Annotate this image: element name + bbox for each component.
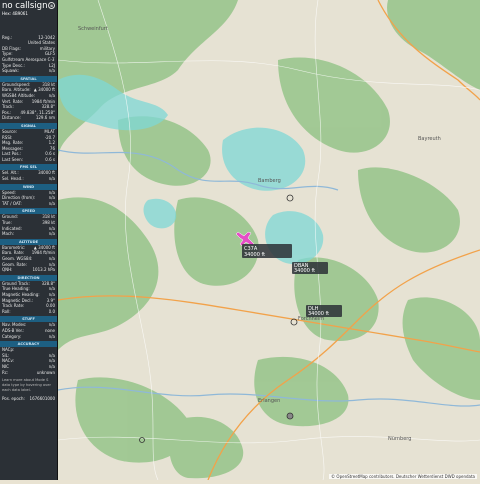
info-row: QNH: 1013.2 hPa — [0, 267, 57, 273]
info-row: Category: n/a — [0, 334, 57, 340]
info-row: Sel. Head.: n/a — [0, 176, 57, 182]
info-row-label: Sel. Head.: — [2, 176, 24, 182]
info-row: Roll: 0.0 — [0, 309, 57, 315]
info-row-value: n/a — [48, 231, 55, 237]
info-row-value: n/a — [48, 68, 55, 74]
pos-epoch-value: 1676601000 — [29, 396, 55, 402]
hex-value: 4B9061 — [12, 11, 28, 16]
info-rows: Reg.: 12-1042 United States DB Flags: milita… — [0, 35, 57, 74]
info-row: Last Seen: 0.6 s — [0, 157, 57, 163]
place-bamberg: Bamberg — [258, 178, 281, 184]
info-sections: SPATIAL Groundspeed: 318 kt Baro. Altitude:… — [0, 75, 57, 375]
place-bayreuth: Bayreuth — [418, 136, 441, 142]
aircraft-label-line2: 34000 ft — [244, 252, 265, 258]
aircraft-marker-3[interactable]: DBAN 34000 ft — [292, 262, 328, 274]
aircraft-info-panel: no callsign ⊗ Hex: 4B9061 Reg.: 12-1042 Un… — [0, 0, 58, 480]
place-erlangen: Erlangen — [258, 398, 280, 404]
info-row-value: n/a — [48, 200, 55, 206]
info-row-label: Rc: — [2, 369, 9, 375]
info-row-label: Category: — [2, 333, 22, 339]
pos-epoch-row: Pos. epoch: 1676601000 — [0, 396, 57, 402]
aircraft-marker-5[interactable] — [286, 412, 294, 420]
map-attribution: © OpenStreetMap contributors. Deutscher … — [329, 474, 477, 479]
aircraft-icon[interactable] — [286, 412, 294, 420]
info-row-label: Mach: — [2, 231, 14, 237]
info-row-value: unknown — [36, 369, 55, 375]
info-row-label: Distance: — [2, 115, 21, 121]
map-view[interactable]: Bamberg Forchheim Erlangen Nürnberg Schw… — [57, 0, 480, 481]
info-row-label: Last Seen: — [2, 156, 23, 162]
info-note: Learn more about Mode S data type by hov… — [2, 378, 51, 393]
info-row-label: Reg.: — [2, 34, 13, 40]
info-row-label: TAT / OAT: — [2, 200, 22, 206]
pos-epoch-label: Pos. epoch: — [2, 396, 25, 402]
place-schweinfurt: Schweinfurt — [78, 26, 108, 32]
info-row: Squawk: n/a — [0, 68, 57, 74]
info-row-value: n/a — [48, 176, 55, 182]
place-nuernberg: Nürnberg — [388, 436, 411, 442]
aircraft-label-line2: 34000 ft — [294, 268, 315, 274]
info-row-label: QNH: — [2, 267, 13, 273]
map-canvas[interactable]: Bamberg Forchheim Erlangen Nürnberg Schw… — [57, 0, 480, 481]
info-row-value: 0.6 s — [45, 156, 55, 162]
info-row: Distance: 129.6 nm — [0, 115, 57, 121]
hex-label: Hex: — [2, 11, 12, 16]
info-row: Mach: n/a — [0, 231, 57, 237]
close-icon[interactable]: ⊗ — [48, 2, 55, 9]
info-row-label: Roll: — [2, 308, 11, 314]
info-row: TAT / OAT: n/a — [0, 201, 57, 207]
info-row-value: 0.0 — [48, 308, 55, 314]
info-row-label: Squawk: — [2, 68, 19, 74]
aircraft-label-line2: 34000 ft — [308, 311, 329, 317]
info-row-value: 129.6 nm — [35, 115, 55, 121]
info-row-value: n/a — [48, 333, 55, 339]
info-row-value: 1013.2 hPa — [32, 267, 56, 273]
